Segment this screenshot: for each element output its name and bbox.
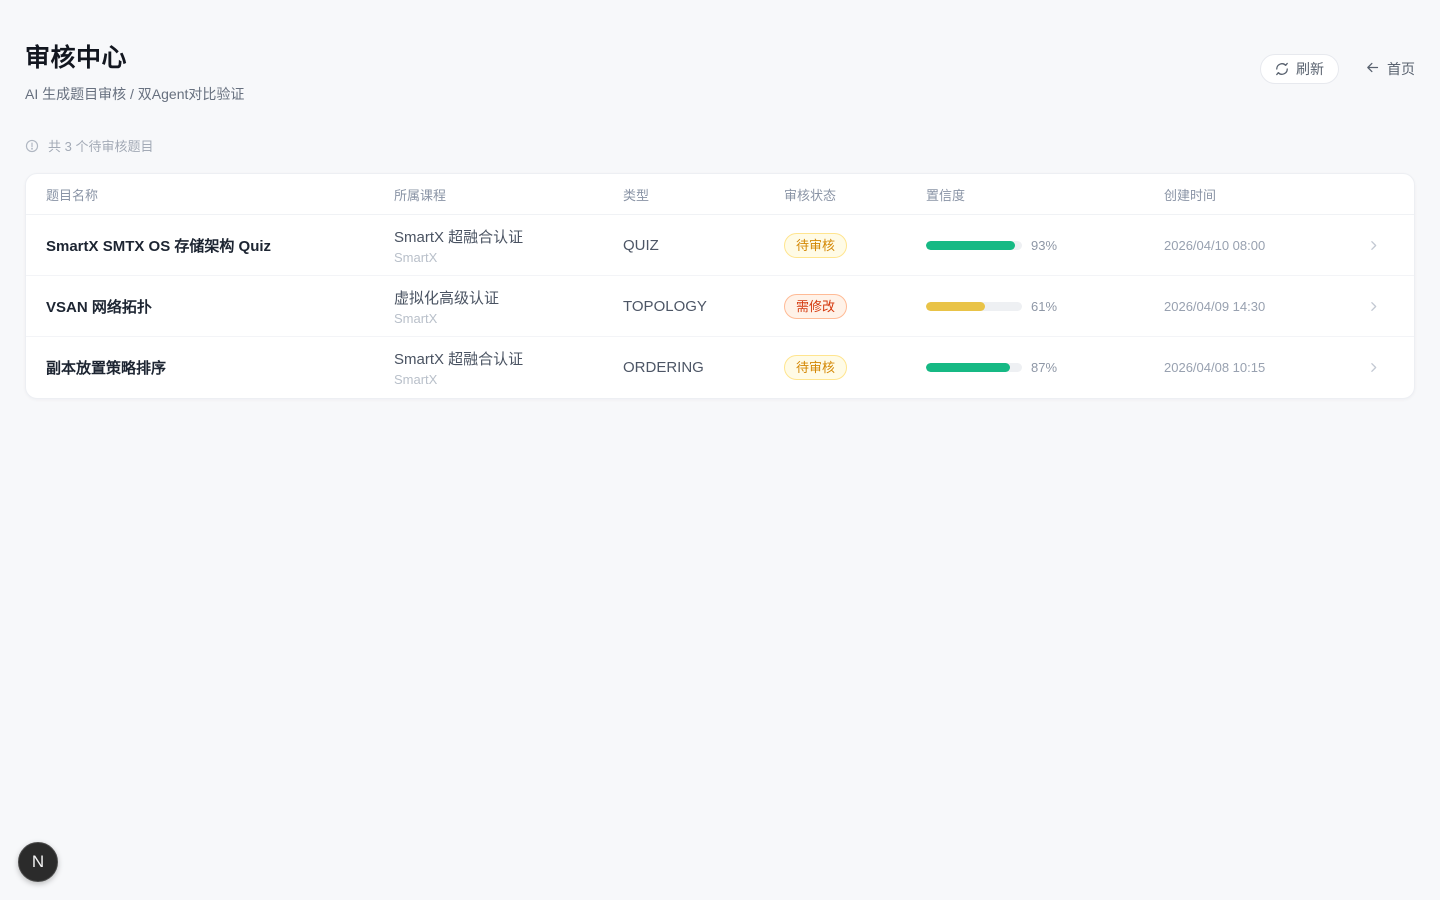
- question-title: VSAN 网络拓扑: [46, 298, 152, 316]
- course-vendor: SmartX: [394, 249, 438, 265]
- column-header-title: 题目名称: [46, 187, 99, 203]
- confidence-bar-track: [926, 240, 1022, 250]
- column-header-course: 所属课程: [394, 187, 447, 203]
- course-cell: SmartX 超融合认证 SmartX: [394, 226, 623, 265]
- confidence-cell: 93%: [926, 238, 1164, 253]
- confidence-value: 87%: [1031, 360, 1058, 375]
- header-actions: 刷新 首页: [1260, 54, 1415, 84]
- column-header-created: 创建时间: [1164, 187, 1217, 203]
- page-header: 审核中心 AI 生成题目审核 / 双Agent对比验证 刷新 首页: [0, 0, 1440, 104]
- created-time: 2026/04/08 10:15: [1164, 360, 1266, 375]
- chevron-right-icon[interactable]: [1350, 300, 1396, 313]
- home-link-label: 首页: [1387, 61, 1415, 77]
- table-row[interactable]: SmartX SMTX OS 存储架构 Quiz SmartX 超融合认证 Sm…: [26, 215, 1414, 276]
- status-cell: 待审核: [784, 355, 926, 380]
- created-time: 2026/04/09 14:30: [1164, 298, 1266, 314]
- column-header-confidence: 置信度: [926, 187, 966, 203]
- confidence-bar-fill: [926, 240, 1016, 250]
- column-header-type: 类型: [623, 187, 650, 203]
- dev-tools-badge[interactable]: N: [18, 842, 58, 882]
- summary-line: 共 3 个待审核题目: [0, 136, 1440, 155]
- question-type: QUIZ: [623, 236, 659, 254]
- course-name: SmartX 超融合认证: [394, 351, 524, 368]
- status-badge: 需修改: [784, 293, 848, 319]
- confidence-bar-track: [926, 301, 1022, 311]
- status-cell: 待审核: [784, 232, 926, 258]
- chevron-right-icon[interactable]: [1350, 361, 1396, 374]
- course-cell: 虚拟化高级认证 SmartX: [394, 287, 623, 326]
- table-body: SmartX SMTX OS 存储架构 Quiz SmartX 超融合认证 Sm…: [26, 215, 1414, 398]
- page-subtitle: AI 生成题目审核 / 双Agent对比验证: [25, 86, 245, 102]
- table-header-row: 题目名称 所属课程 类型 审核状态 置信度 创建时间: [26, 174, 1414, 215]
- column-header-status: 审核状态: [784, 187, 837, 203]
- confidence-bar-track: [926, 363, 1022, 372]
- question-type: ORDERING: [623, 359, 704, 376]
- course-name: 虚拟化高级认证: [394, 289, 500, 307]
- course-vendor: SmartX: [394, 372, 438, 387]
- question-type: TOPOLOGY: [623, 297, 707, 315]
- page-title: 审核中心: [25, 44, 128, 72]
- confidence-value: 93%: [1031, 237, 1058, 253]
- refresh-button-label: 刷新: [1296, 61, 1324, 77]
- home-link[interactable]: 首页: [1365, 59, 1415, 79]
- course-name: SmartX 超融合认证: [394, 228, 524, 246]
- review-table: 题目名称 所属课程 类型 审核状态 置信度 创建时间 SmartX SMTX O…: [25, 173, 1415, 399]
- summary-text: 共 3 个待审核题目: [48, 139, 154, 154]
- created-time: 2026/04/10 08:00: [1164, 237, 1266, 253]
- info-circle-icon: [25, 139, 39, 153]
- course-vendor: SmartX: [394, 310, 438, 326]
- chevron-right-icon[interactable]: [1350, 239, 1396, 252]
- confidence-cell: 87%: [926, 360, 1164, 375]
- course-cell: SmartX 超融合认证 SmartX: [394, 348, 623, 387]
- confidence-value: 61%: [1031, 298, 1058, 314]
- confidence-cell: 61%: [926, 299, 1164, 314]
- refresh-button[interactable]: 刷新: [1260, 54, 1339, 84]
- confidence-bar-fill: [926, 301, 985, 311]
- table-row[interactable]: 副本放置策略排序 SmartX 超融合认证 SmartX ORDERING 待审…: [26, 337, 1414, 398]
- table-row[interactable]: VSAN 网络拓扑 虚拟化高级认证 SmartX TOPOLOGY 需修改 61…: [26, 276, 1414, 337]
- question-title: 副本放置策略排序: [46, 360, 167, 377]
- refresh-icon: [1275, 62, 1289, 76]
- status-cell: 需修改: [784, 293, 926, 319]
- question-title: SmartX SMTX OS 存储架构 Quiz: [46, 237, 272, 255]
- title-block: 审核中心 AI 生成题目审核 / 双Agent对比验证: [25, 38, 244, 104]
- status-badge: 待审核: [784, 232, 848, 258]
- confidence-bar-fill: [926, 363, 1010, 372]
- status-badge: 待审核: [784, 355, 848, 380]
- arrow-left-icon: [1365, 60, 1380, 78]
